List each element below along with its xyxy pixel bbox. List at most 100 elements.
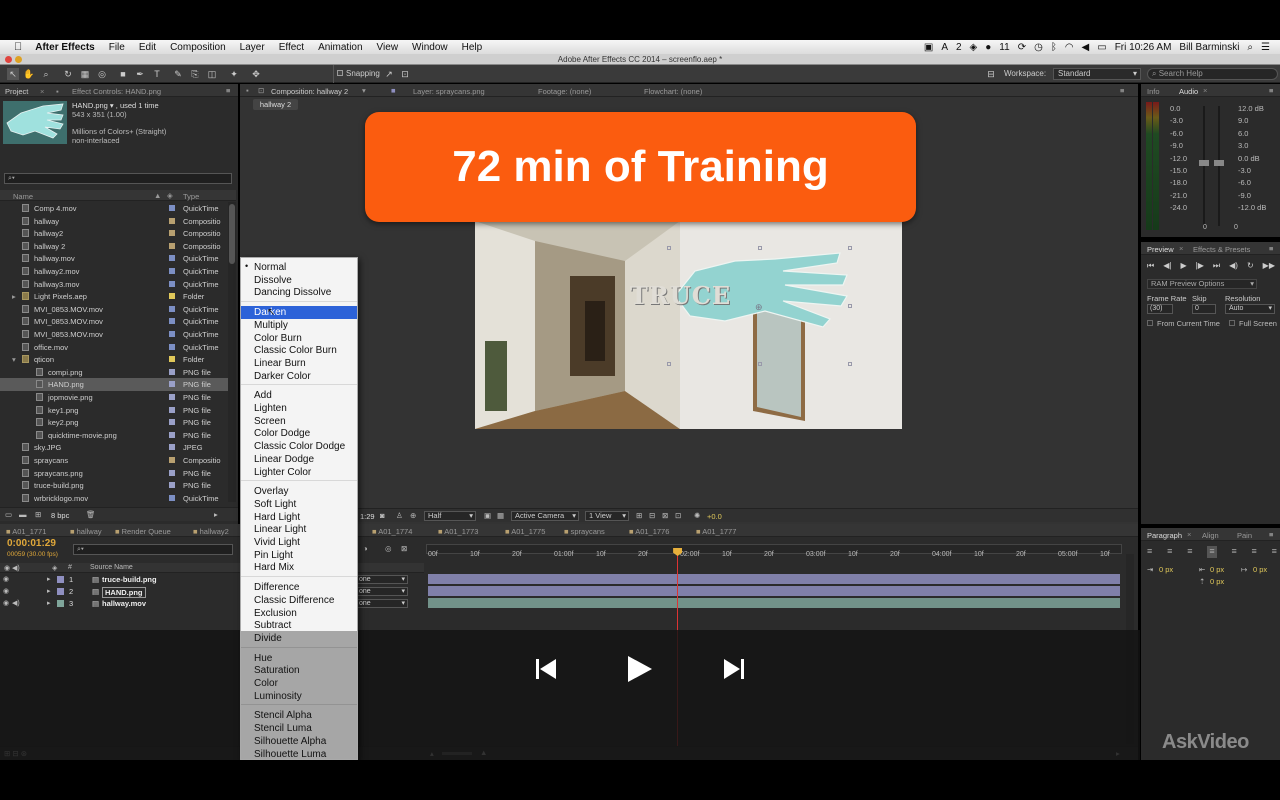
project-item[interactable]: hallway Compositio [0,215,236,228]
hand-tool-icon[interactable]: ✋ [23,68,35,80]
handle-tm[interactable] [758,246,762,250]
comp-lock-icon[interactable]: ⊡ [258,86,264,95]
pen-tool-icon[interactable]: ✒ [134,68,146,80]
project-item[interactable]: wrbricklogo.mov QuickTime [0,492,236,505]
blend-mode-darker-color[interactable]: Darker Color [254,370,311,383]
blend-mode-exclusion[interactable]: Exclusion [254,607,297,620]
sort-asc-icon[interactable]: ▲ [154,191,161,200]
label-column-icon[interactable]: ◈ [167,191,173,200]
timeline-tab[interactable]: ■ A01_1777 [696,527,736,536]
menu-layer[interactable]: Layer [233,42,272,53]
col-type[interactable]: Type [183,192,199,201]
handle-tl[interactable] [667,246,671,250]
lock-icon[interactable]: ▪ [246,86,249,95]
tab-align[interactable]: Align [1202,531,1219,540]
volume-icon[interactable]: ◀ [1082,42,1090,53]
layer-row[interactable]: ◉ ▸ 1 ▤ truce-build.png one ▾ [0,574,424,585]
notification-icon[interactable]: ● [985,42,991,53]
tab-effects-presets[interactable]: Effects & Presets [1193,245,1250,254]
clone-tool-icon[interactable]: ⎘ [189,68,201,80]
region-icon[interactable]: ▣ [484,511,491,520]
next-frame-icon[interactable]: |▶ [1196,261,1204,271]
full-screen-checkbox[interactable] [1229,320,1235,326]
project-item[interactable]: hallway 2 Compositio [0,240,236,253]
panel-menu-icon[interactable]: ≡ [1269,530,1273,539]
layer-mode-select[interactable]: one ▾ [356,599,408,608]
project-item[interactable]: HAND.png PNG file [0,378,236,391]
blend-mode-overlay[interactable]: Overlay [254,485,288,498]
frame-rate-select[interactable]: (30) [1147,304,1173,314]
project-item[interactable]: jopmovie.png PNG file [0,391,236,404]
blend-mode-screen[interactable]: Screen [254,415,286,428]
timeline-tab[interactable]: ■ A01_1774 [372,527,412,536]
label-color-swatch[interactable] [169,305,175,312]
layer-name[interactable]: HAND.png [102,587,146,598]
zoom-tool-icon[interactable]: ⌕ [40,68,52,80]
audio-slider-thumb-right[interactable] [1214,160,1224,166]
shy-icon[interactable]: ◑ [363,544,368,553]
menu-effect[interactable]: Effect [272,42,311,53]
layer-mode-select[interactable]: one ▾ [356,575,408,584]
selection-tool-icon[interactable]: ↖ [7,68,19,80]
tab-paint[interactable]: Pain [1237,531,1252,540]
new-folder-icon[interactable]: ▬ [19,510,27,519]
toggle-pixel-icon[interactable]: ⊞ [636,511,642,520]
timeline-tab[interactable]: ■ A01_1771 [6,527,46,536]
anchor-point-icon[interactable]: ⊕ [755,302,763,313]
snapping-checkbox[interactable] [337,70,343,76]
label-color-swatch[interactable] [169,255,175,262]
tab-preview[interactable]: Preview [1147,245,1174,254]
project-item[interactable]: hallway.mov QuickTime [0,252,236,265]
project-item[interactable]: MVI_0853.MOV.mov QuickTime [0,303,236,316]
snap-options-icon[interactable]: ↗ [383,68,395,80]
timeline-tab[interactable]: ■ A01_1776 [629,527,669,536]
label-color-swatch[interactable] [169,230,175,237]
blend-mode-linear-dodge[interactable]: Linear Dodge [254,453,314,466]
bit-depth[interactable]: 8 bpc [51,511,69,520]
layer-label-swatch[interactable] [57,600,64,607]
close-icon[interactable]: × [40,87,44,96]
show-snapshot-icon[interactable]: ♙ [396,511,403,520]
blend-mode-dancing-dissolve[interactable]: Dancing Dissolve [254,286,331,299]
project-item[interactable]: MVI_0853.MOV.mov QuickTime [0,328,236,341]
justify-last-left-icon[interactable]: ≡ [1207,546,1217,558]
tab-composition-menu-icon[interactable]: ▾ [362,86,366,95]
shape-tool-icon[interactable]: ■ [117,68,129,80]
blend-mode-classic-color-burn[interactable]: Classic Color Burn [254,344,337,357]
blend-mode-hard-light[interactable]: Hard Light [254,511,300,524]
scroll-right-icon[interactable]: ▸ [214,510,218,519]
indent-right-value[interactable]: 0 px [1210,565,1224,574]
indent-left-value[interactable]: 0 px [1159,565,1173,574]
channel-icon[interactable]: ⊕ [410,511,416,520]
blend-mode-linear-light[interactable]: Linear Light [254,523,306,536]
user-name[interactable]: Bill Barminski [1179,42,1239,53]
blend-mode-color-dodge[interactable]: Color Dodge [254,427,310,440]
audio-slider-thumb-left[interactable] [1199,160,1209,166]
type-tool-icon[interactable]: T [151,68,163,80]
menu-window[interactable]: Window [405,42,455,53]
menu-view[interactable]: View [370,42,406,53]
label-color-swatch[interactable] [169,469,175,476]
camera-select[interactable]: Active Camera ▾ [511,511,579,521]
blend-mode-soft-light[interactable]: Soft Light [254,498,296,511]
timeline-tab[interactable]: ■ spraycans [564,527,605,536]
menu-help[interactable]: Help [455,42,490,53]
label-color-swatch[interactable] [169,293,175,300]
adobe-icon[interactable]: A [941,42,948,53]
label-color-swatch[interactable] [169,368,175,375]
audio-slider-track-right[interactable] [1218,106,1220,226]
first-line-indent-value[interactable]: 0 px [1253,565,1267,574]
blend-mode-lighter-color[interactable]: Lighter Color [254,466,311,479]
disclosure-icon[interactable]: ▾ [12,355,16,364]
handle-bl[interactable] [667,362,671,366]
label-color-swatch[interactable] [169,381,175,388]
label-color-swatch[interactable] [169,494,175,501]
wifi-icon[interactable]: ◠ [1065,42,1074,53]
effect-controls-lock-icon[interactable]: ▪ [56,87,59,96]
menu-edit[interactable]: Edit [132,42,163,53]
timeline-tab[interactable]: ■ Render Queue [115,527,171,536]
label-color-swatch[interactable] [169,205,175,211]
layer-mode-select[interactable]: one ▾ [356,587,408,596]
close-icon[interactable]: × [1187,530,1191,539]
app-menu[interactable]: After Effects [28,42,101,53]
